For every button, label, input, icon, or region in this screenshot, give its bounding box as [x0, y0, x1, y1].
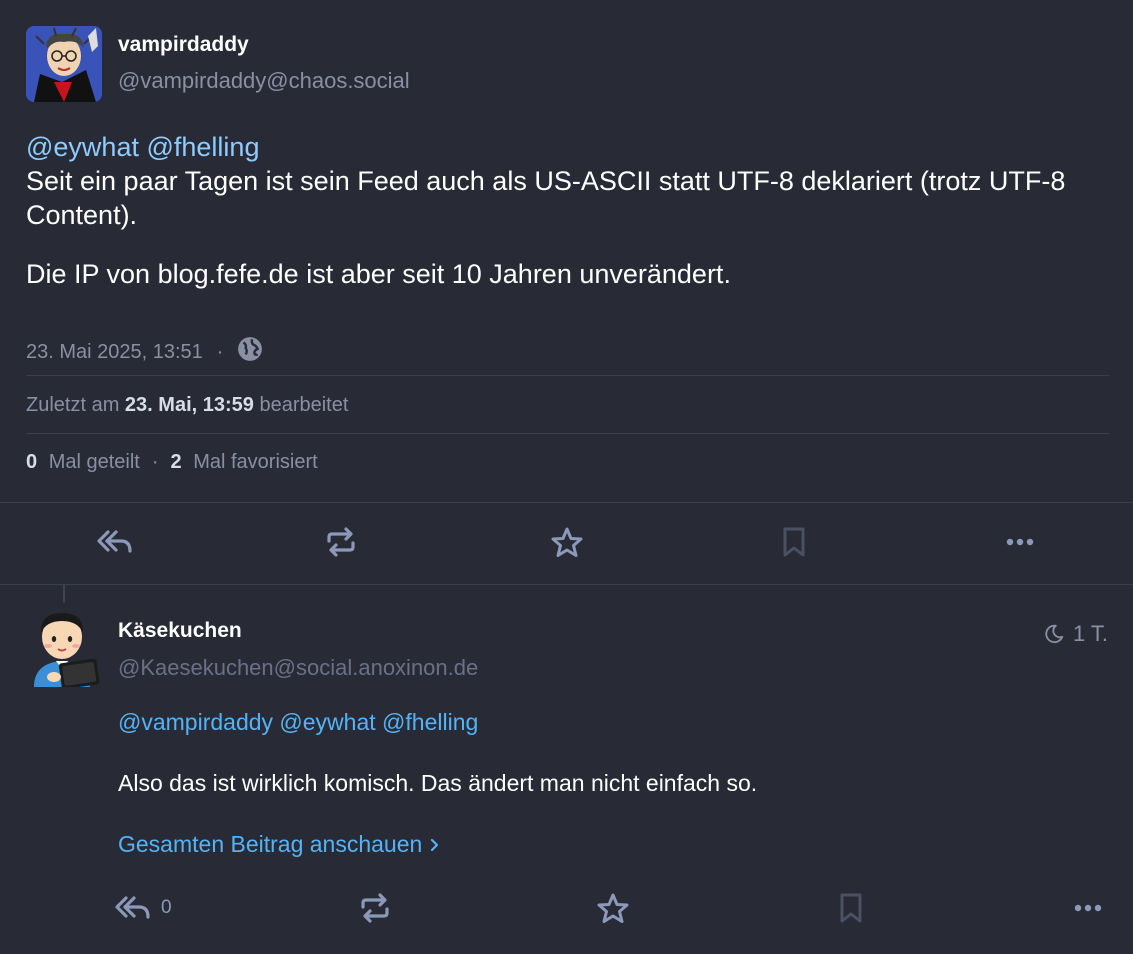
bookmark-icon: [783, 527, 805, 557]
star-icon: [597, 893, 629, 923]
stats-separator: ·: [151, 451, 159, 473]
more-button[interactable]: [995, 520, 1045, 564]
post-text-line: Seit ein paar Tagen ist sein Feed auch a…: [26, 166, 1066, 230]
more-icon: [1006, 538, 1034, 546]
reply-all-icon: [97, 530, 132, 553]
divider: [26, 375, 1109, 376]
reply-boost-button[interactable]: [350, 888, 400, 928]
avatar-image: [26, 26, 102, 102]
author-handle[interactable]: @vampirdaddy@chaos.social: [118, 68, 410, 94]
reply-all-button[interactable]: [90, 520, 140, 564]
meta-separator: ·: [216, 340, 224, 363]
view-full-post-label: Gesamten Beitrag anschauen: [118, 831, 423, 857]
shares-count: 0: [26, 451, 38, 473]
reply-count: 0: [161, 897, 172, 918]
mention-link[interactable]: @eywhat: [279, 709, 375, 735]
mention-link[interactable]: @fhelling: [146, 132, 259, 162]
reply-bookmark-button[interactable]: [826, 888, 876, 928]
post-content: @eywhat @fhelling Seit ein paar Tagen is…: [26, 130, 1111, 291]
bookmark-button[interactable]: [769, 520, 819, 564]
post-timestamp[interactable]: 23. Mai 2025, 13:51: [26, 341, 203, 364]
mention-link[interactable]: @eywhat: [26, 132, 139, 162]
divider: [0, 502, 1133, 503]
divider: [26, 433, 1109, 434]
mention-link[interactable]: @fhelling: [382, 709, 478, 735]
thread-line: [63, 585, 65, 603]
favs-label: Mal favorisiert: [193, 451, 318, 473]
moon-icon: [1045, 624, 1064, 644]
edited-info[interactable]: Zuletzt am 23. Mai, 13:59 bearbeitet: [26, 394, 348, 417]
reply-time[interactable]: 1 T.: [1043, 621, 1108, 647]
shares-label: Mal geteilt: [48, 451, 140, 473]
post-meta: 23. Mai 2025, 13:51 ·: [26, 336, 263, 368]
chevron-right-icon: [431, 838, 439, 851]
reply-mentions: @vampirdaddy @eywhat @fhelling: [118, 709, 478, 736]
mention-link[interactable]: @vampirdaddy: [118, 709, 273, 735]
divider: [0, 584, 1133, 585]
avatar-image: [34, 613, 100, 689]
favs-count: 2: [170, 451, 182, 473]
star-icon: [551, 527, 583, 557]
reply-author-handle[interactable]: @Kaesekuchen@social.anoxinon.de: [118, 655, 478, 681]
post-text-line: Die IP von blog.fefe.de ist aber seit 10…: [26, 259, 731, 289]
shares-stat[interactable]: 0 Mal geteilt: [26, 451, 140, 474]
boost-icon: [327, 527, 355, 557]
more-icon: [1074, 904, 1102, 912]
reply-all-icon: [115, 896, 150, 919]
reply-reply-button[interactable]: 0: [115, 888, 185, 928]
edited-date: 23. Mai, 13:59: [124, 394, 254, 416]
edited-prefix: Zuletzt am: [26, 394, 120, 416]
reply-favourite-button[interactable]: [588, 888, 638, 928]
globe-icon: [237, 336, 263, 368]
author-name[interactable]: vampirdaddy: [118, 33, 249, 57]
reply-time-text: 1 T.: [1072, 621, 1108, 646]
reply-body: Also das ist wirklich komisch. Das änder…: [118, 770, 758, 796]
favourite-button[interactable]: [542, 520, 592, 564]
reply-author-name[interactable]: Käsekuchen: [118, 619, 242, 643]
favs-stat[interactable]: 2 Mal favorisiert: [171, 451, 318, 474]
view-full-post-link[interactable]: Gesamten Beitrag anschauen: [118, 831, 442, 858]
post-stats: 0 Mal geteilt · 2 Mal favorisiert: [26, 451, 318, 474]
edited-suffix: bearbeitet: [259, 394, 349, 416]
author-avatar[interactable]: [26, 26, 102, 102]
reply-author-avatar[interactable]: [26, 605, 102, 689]
reply-more-button[interactable]: [1063, 888, 1113, 928]
bookmark-icon: [840, 893, 862, 923]
boost-icon: [361, 893, 389, 923]
boost-button[interactable]: [316, 520, 366, 564]
